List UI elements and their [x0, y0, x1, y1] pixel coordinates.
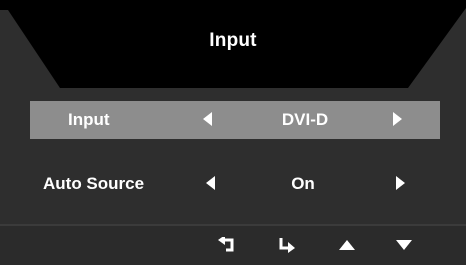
monitor-osd-menu: Input Input DVI-D Auto Source On [0, 0, 466, 265]
menu-row-label: Auto Source [43, 174, 145, 193]
menu-title: Input [209, 30, 257, 51]
enter-button[interactable] [273, 232, 301, 258]
right-arrow-icon[interactable] [393, 112, 402, 129]
menu-row-value: On [291, 174, 315, 193]
up-arrow-icon [339, 240, 355, 250]
menu-row-label: Input [68, 110, 110, 129]
menu-row-value: DVI-D [281, 110, 329, 129]
left-arrow-icon[interactable] [206, 176, 215, 193]
up-button[interactable] [333, 232, 361, 258]
menu-row-input[interactable]: Input DVI-D [30, 101, 440, 139]
return-icon [218, 237, 234, 252]
down-arrow-icon [396, 240, 412, 250]
down-button[interactable] [390, 232, 418, 258]
menu-row-auto-source[interactable]: Auto Source On [30, 165, 440, 203]
enter-icon [279, 238, 295, 253]
return-button[interactable] [212, 232, 240, 258]
osd-button-bar [0, 224, 466, 265]
right-arrow-icon[interactable] [396, 176, 405, 193]
left-arrow-icon[interactable] [203, 112, 212, 129]
